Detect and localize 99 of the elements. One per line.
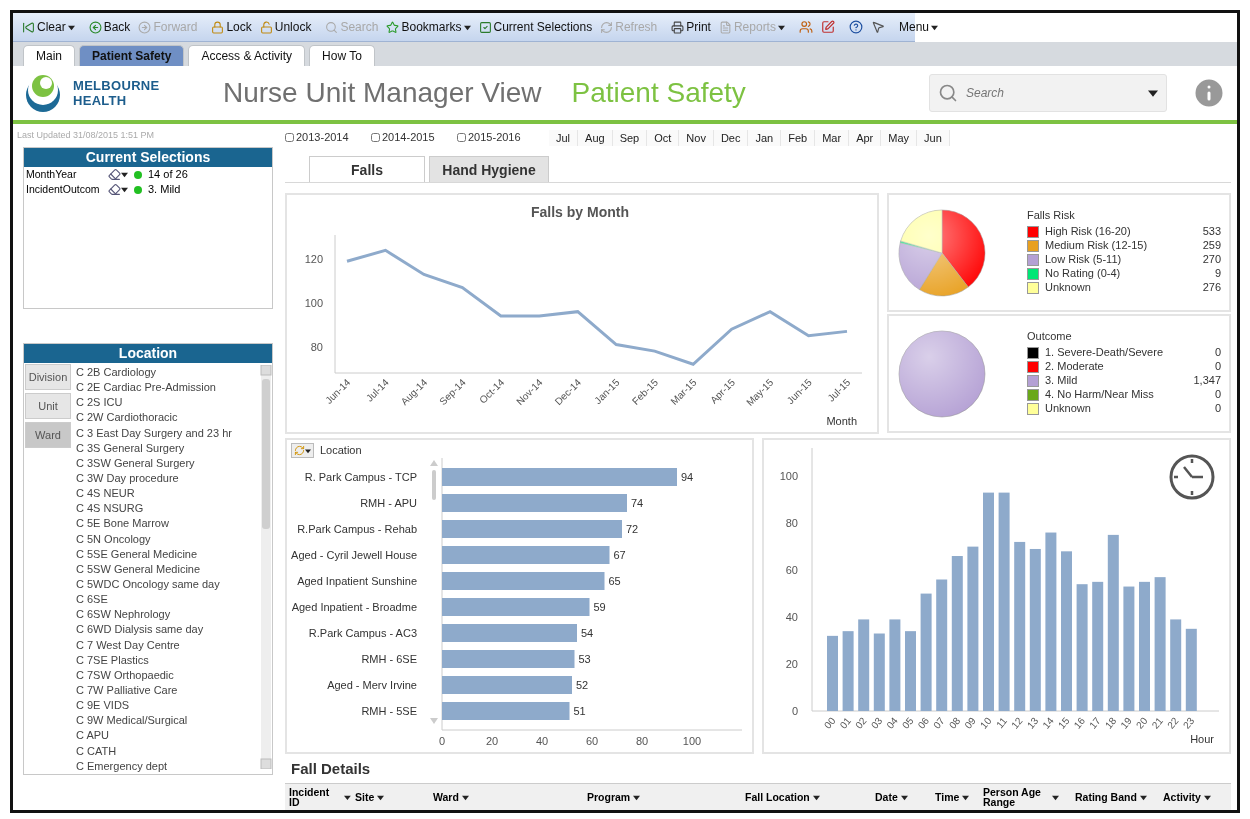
legend-value: 276: [1202, 282, 1221, 294]
legend-value: 0: [1214, 361, 1221, 373]
legend-value: 270: [1202, 254, 1221, 266]
axis-tick-label: 05: [899, 715, 916, 731]
data-label: 94: [681, 471, 694, 483]
legend-label: High Risk (16-20): [1045, 226, 1132, 238]
axis-tick-label: Aged - Cyril Jewell House: [291, 549, 417, 561]
legend-value: 533: [1202, 226, 1221, 238]
legend-label: No Rating (0-4): [1045, 268, 1122, 280]
axis-tick-label: Aged Inpatient - Broadme: [291, 601, 417, 613]
legend-label: 4. No Harm/Near Miss: [1045, 389, 1155, 401]
legend-value: 9: [1214, 268, 1221, 280]
axis-tick-label: 22: [1164, 715, 1181, 731]
axis-tick-label: 15: [1055, 715, 1072, 731]
axis-tick-label: RMH - APU: [360, 497, 417, 509]
dimension-label: Location: [320, 444, 362, 457]
selection-value: 3. Mild: [148, 183, 181, 196]
axis-tick-label: Aged Inpatient Sunshine: [297, 575, 417, 587]
axis-tick-label: 10: [977, 715, 994, 731]
last-updated-text: Last Updated 31/08/2015 1:51 PM: [17, 130, 156, 140]
axis-title: Month: [826, 415, 857, 427]
axis-tick-label: 13: [1024, 715, 1040, 731]
data-label: 74: [631, 497, 644, 509]
data-label: 53: [578, 653, 591, 665]
axis-tick-label: 60: [585, 735, 599, 747]
axis-tick-label: 60: [785, 564, 798, 577]
legend-label: 1. Severe-Death/Severe: [1045, 347, 1164, 359]
axis-tick-label: 80: [310, 340, 323, 353]
checkbox-label: 2013-2014: [296, 132, 349, 144]
axis-tick-label: 03: [868, 715, 884, 731]
axis-tick-label: 20: [485, 735, 499, 747]
axis-tick-label: Aged - Merv Irvine: [327, 679, 417, 691]
axis-tick-label: 40: [785, 611, 798, 624]
data-label: 65: [608, 575, 621, 587]
axis-tick-label: R.Park Campus - Rehab: [297, 523, 417, 535]
legend-value: 259: [1202, 240, 1221, 252]
axis-tick-label: R. Park Campus - TCP: [304, 471, 417, 483]
axis-tick-label: 14: [1039, 715, 1056, 731]
legend-value: 0: [1214, 403, 1221, 415]
legend-title: Outcome: [1027, 331, 1073, 343]
legend-label: Medium Risk (12-15): [1045, 240, 1149, 252]
axis-tick-label: 21: [1149, 715, 1165, 731]
axis-tick-label: 40: [535, 735, 549, 747]
selection-field: MonthYear: [26, 169, 108, 180]
checkbox-label: 2015-2016: [468, 132, 521, 144]
page-subtitle: Patient Safety: [571, 77, 747, 109]
legend-value: 1,347: [1193, 375, 1221, 387]
legend-value: 0: [1214, 389, 1221, 401]
checkbox-label: 2014-2015: [382, 132, 435, 144]
axis-tick-label: 23: [1180, 715, 1196, 731]
data-label: 52: [576, 679, 589, 691]
selection-field: IncidentOutcom: [26, 184, 108, 195]
axis-tick-label: 80: [785, 517, 798, 530]
axis-tick-label: 100: [682, 735, 702, 747]
legend-label: 3. Mild: [1045, 375, 1079, 387]
legend-label: Unknown: [1045, 403, 1092, 415]
axis-tick-label: 20: [785, 658, 798, 671]
data-label: 72: [626, 523, 639, 535]
axis-tick-label: RMH - 6SE: [361, 653, 417, 665]
axis-tick-label: 00: [821, 715, 838, 731]
axis-tick-label: 16: [1071, 715, 1087, 731]
axis-tick-label: 18: [1102, 715, 1118, 731]
axis-tick-label: 80: [635, 735, 649, 747]
axis-tick-label: 120: [304, 253, 323, 266]
legend-label: Unknown: [1045, 282, 1092, 294]
panel-title: Location: [24, 344, 272, 363]
axis-tick-label: 07: [930, 715, 947, 731]
logo-text: MELBOURNE HEALTH: [73, 78, 161, 108]
data-label: 67: [613, 549, 626, 561]
axis-tick-label: 100: [779, 470, 798, 483]
section-title: Fall Details: [291, 760, 372, 777]
axis-tick-label: 17: [1086, 715, 1103, 731]
panel-title: Current Selections: [24, 148, 272, 167]
axis-tick-label: 20: [1133, 715, 1150, 731]
axis-tick-label: 06: [915, 715, 931, 731]
page-title: Nurse Unit Manager View: [223, 77, 542, 109]
legend-title: Falls Risk: [1027, 210, 1076, 222]
axis-tick-label: 09: [961, 715, 978, 731]
axis-tick-label: 19: [1117, 715, 1134, 731]
legend-label: Low Risk (5-11): [1045, 254, 1123, 266]
data-label: 59: [593, 601, 606, 613]
legend-value: 0: [1214, 347, 1221, 359]
axis-tick-label: 04: [883, 715, 900, 731]
axis-tick-label: R.Park Campus - AC3: [308, 627, 417, 639]
axis-tick-label: 0: [438, 735, 446, 747]
axis-tick-label: 100: [304, 296, 323, 309]
data-label: 54: [581, 627, 594, 639]
axis-tick-label: 0: [791, 705, 798, 717]
axis-tick-label: RMH - 5SE: [361, 705, 417, 717]
legend-label: 2. Moderate: [1045, 361, 1105, 373]
selection-value: 14 of 26: [148, 168, 188, 181]
axis-tick-label: 12: [1008, 715, 1025, 731]
chart-title: Falls by Month: [531, 204, 629, 220]
axis-title: Hour: [1189, 733, 1214, 745]
axis-tick-label: 02: [852, 715, 869, 731]
axis-tick-label: 08: [946, 715, 962, 731]
axis-tick-label: 01: [837, 715, 853, 731]
axis-tick-label: 11: [993, 715, 1009, 731]
data-label: 51: [573, 705, 586, 717]
